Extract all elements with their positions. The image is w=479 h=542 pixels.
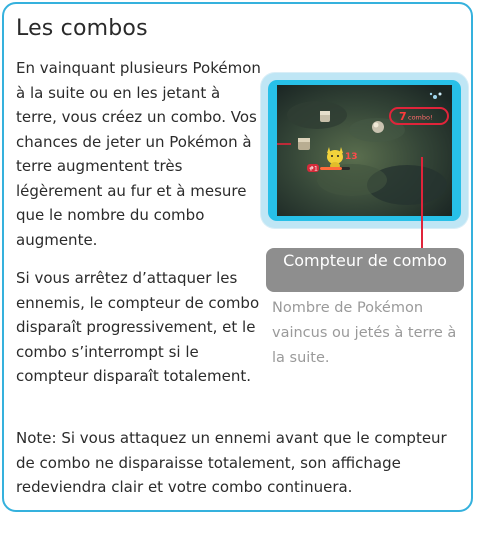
callout-connector-line	[421, 157, 423, 253]
section-title: Les combos	[16, 16, 148, 41]
player-tag: #1	[309, 166, 318, 173]
rock-sprite	[372, 121, 384, 133]
combo-counter-label: Compteur de combo	[266, 248, 464, 292]
combo-word: combo!	[408, 114, 433, 122]
combo-description-paragraph: En vainquant plusieurs Pokémon à la suit…	[16, 59, 261, 249]
combo-timeout-paragraph: Si vous arrêtez d’attaquer les ennemis, …	[16, 269, 260, 385]
note-paragraph: Note: Si vous attaquez un ennemi avant q…	[16, 429, 447, 496]
gameplay-screenshot-frame: 13 #1 7 combo!	[261, 73, 468, 228]
gameplay-scene: 13 #1 7 combo!	[277, 85, 452, 216]
combo-counter-caption: Nombre de Pokémon vaincus ou jetés à ter…	[272, 300, 457, 366]
damage-number: 13	[345, 152, 358, 162]
rock-sprite	[298, 138, 310, 150]
rock-sprite	[320, 111, 330, 122]
combo-number: 7	[399, 110, 407, 123]
screenshot-bezel: 13 #1 7 combo!	[268, 80, 461, 221]
gameplay-screenshot: 13 #1 7 combo!	[277, 85, 452, 216]
help-card: Les combos En vainquant plusieurs Pokémo…	[2, 2, 473, 512]
